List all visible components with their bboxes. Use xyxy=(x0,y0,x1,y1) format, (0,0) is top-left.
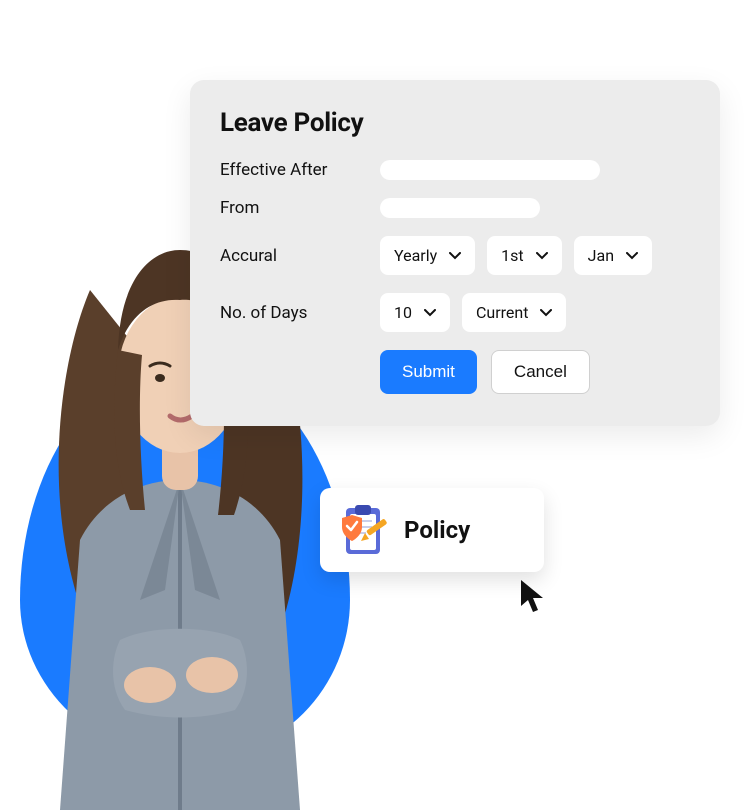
accrual-day-value: 1st xyxy=(501,246,523,265)
chevron-down-icon xyxy=(626,252,638,260)
label-accrual: Accural xyxy=(220,246,370,266)
label-no-of-days: No. of Days xyxy=(220,303,370,323)
days-count-value: 10 xyxy=(394,303,412,322)
cancel-button[interactable]: Cancel xyxy=(491,350,590,394)
label-effective-after: Effective After xyxy=(220,160,370,180)
card-title: Leave Policy xyxy=(220,108,690,138)
accrual-day-select[interactable]: 1st xyxy=(487,236,561,275)
accrual-period-select[interactable]: Yearly xyxy=(380,236,475,275)
accrual-month-value: Jan xyxy=(588,246,614,265)
policy-chip[interactable]: Policy xyxy=(320,488,544,572)
from-input[interactable] xyxy=(380,198,540,218)
row-no-of-days: No. of Days 10 Current xyxy=(220,293,690,332)
effective-after-input[interactable] xyxy=(380,160,600,180)
chevron-down-icon xyxy=(449,252,461,260)
chevron-down-icon xyxy=(536,252,548,260)
cursor-icon xyxy=(518,578,548,614)
days-mode-value: Current xyxy=(476,303,528,322)
row-from: From xyxy=(220,198,690,218)
accrual-period-value: Yearly xyxy=(394,246,437,265)
row-effective-after: Effective After xyxy=(220,160,690,180)
clipboard-policy-icon xyxy=(338,503,388,558)
label-from: From xyxy=(220,198,370,218)
submit-button[interactable]: Submit xyxy=(380,350,477,394)
leave-policy-card: Leave Policy Effective After From Accura… xyxy=(190,80,720,426)
button-row: Submit Cancel xyxy=(380,350,690,394)
days-count-select[interactable]: 10 xyxy=(380,293,450,332)
days-mode-select[interactable]: Current xyxy=(462,293,566,332)
chevron-down-icon xyxy=(424,309,436,317)
row-accrual: Accural Yearly 1st Jan xyxy=(220,236,690,275)
policy-chip-label: Policy xyxy=(404,516,470,544)
chevron-down-icon xyxy=(540,309,552,317)
accrual-month-select[interactable]: Jan xyxy=(574,236,652,275)
